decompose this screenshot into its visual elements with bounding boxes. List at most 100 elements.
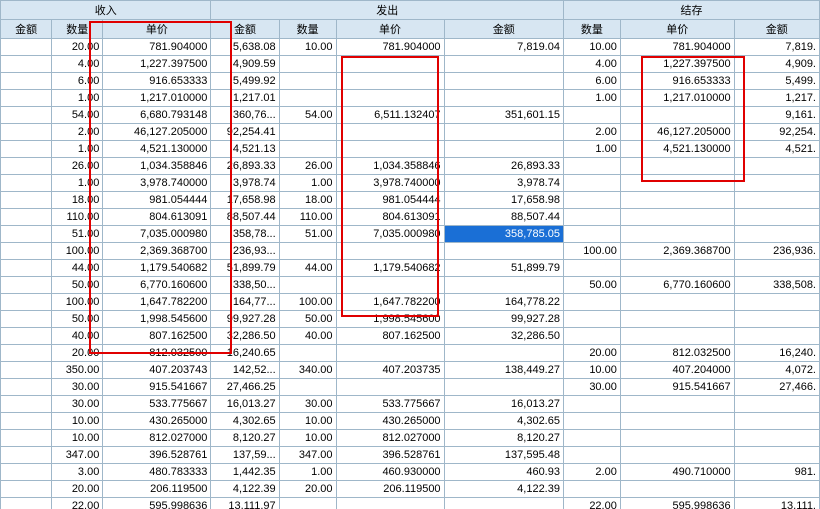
cell[interactable]: 360,76...	[211, 107, 279, 124]
cell[interactable]: 1,217.010000	[103, 90, 211, 107]
cell[interactable]: 32,286.50	[444, 328, 563, 345]
cell[interactable]: 4,521.	[734, 141, 819, 158]
cell[interactable]: 100.00	[563, 243, 620, 260]
cell[interactable]	[620, 294, 734, 311]
cell[interactable]: 981.054444	[336, 192, 444, 209]
cell[interactable]: 16,013.27	[211, 396, 279, 413]
cell[interactable]: 54.00	[279, 107, 336, 124]
cell[interactable]: 6,511.132407	[336, 107, 444, 124]
cell[interactable]	[563, 260, 620, 277]
cell[interactable]: 16,013.27	[444, 396, 563, 413]
cell[interactable]: 1.00	[52, 175, 103, 192]
cell[interactable]: 1,034.358846	[103, 158, 211, 175]
cell[interactable]	[620, 192, 734, 209]
table-row[interactable]: 20.00812.03250016,240.6520.00812.0325001…	[1, 345, 820, 362]
cell[interactable]: 2,369.368700	[103, 243, 211, 260]
table-row[interactable]: 100.001,647.782200164,77...100.001,647.7…	[1, 294, 820, 311]
cell[interactable]: 812.032500	[103, 345, 211, 362]
cell[interactable]: 26,893.33	[444, 158, 563, 175]
cell[interactable]: 4,302.65	[211, 413, 279, 430]
cell[interactable]: 22.00	[563, 498, 620, 509]
cell[interactable]: 50.00	[563, 277, 620, 294]
cell[interactable]: 4,122.39	[211, 481, 279, 498]
cell[interactable]	[734, 413, 819, 430]
cell[interactable]	[1, 447, 52, 464]
cell[interactable]: 236,936.	[734, 243, 819, 260]
cell[interactable]: 236,93...	[211, 243, 279, 260]
table-row[interactable]: 54.006,680.793148360,76...54.006,511.132…	[1, 107, 820, 124]
cell[interactable]	[1, 362, 52, 379]
cell[interactable]: 30.00	[563, 379, 620, 396]
cell[interactable]: 1,034.358846	[336, 158, 444, 175]
cell[interactable]: 30.00	[52, 379, 103, 396]
cell[interactable]: 3,978.740000	[103, 175, 211, 192]
cell[interactable]: 164,77...	[211, 294, 279, 311]
cell[interactable]: 206.119500	[103, 481, 211, 498]
cell[interactable]	[336, 90, 444, 107]
cell[interactable]	[336, 379, 444, 396]
cell[interactable]	[336, 277, 444, 294]
cell[interactable]: 4,521.130000	[103, 141, 211, 158]
cell[interactable]: 2.00	[563, 464, 620, 481]
cell[interactable]	[444, 73, 563, 90]
table-row[interactable]: 30.00915.54166727,466.2530.00915.5416672…	[1, 379, 820, 396]
cell[interactable]	[444, 90, 563, 107]
cell[interactable]: 51,899.79	[211, 260, 279, 277]
cell[interactable]	[620, 430, 734, 447]
cell[interactable]: 138,449.27	[444, 362, 563, 379]
cell[interactable]	[279, 56, 336, 73]
cell[interactable]: 338,50...	[211, 277, 279, 294]
cell[interactable]	[734, 430, 819, 447]
cell[interactable]: 18.00	[52, 192, 103, 209]
cell[interactable]: 30.00	[52, 396, 103, 413]
cell[interactable]	[1, 294, 52, 311]
cell[interactable]: 812.027000	[103, 430, 211, 447]
cell[interactable]: 40.00	[279, 328, 336, 345]
cell[interactable]: 595.998636	[620, 498, 734, 509]
cell[interactable]: 1.00	[279, 175, 336, 192]
cell[interactable]: 1,179.540682	[336, 260, 444, 277]
cell[interactable]: 7,035.000980	[336, 226, 444, 243]
cell[interactable]: 51.00	[52, 226, 103, 243]
cell[interactable]: 358,785.05	[444, 226, 563, 243]
table-row[interactable]: 44.001,179.54068251,899.7944.001,179.540…	[1, 260, 820, 277]
cell[interactable]: 88,507.44	[444, 209, 563, 226]
cell[interactable]: 10.00	[52, 413, 103, 430]
cell[interactable]	[1, 209, 52, 226]
cell[interactable]: 51,899.79	[444, 260, 563, 277]
cell[interactable]: 10.00	[52, 430, 103, 447]
cell[interactable]: 1,998.545600	[103, 311, 211, 328]
cell[interactable]	[1, 413, 52, 430]
cell[interactable]	[734, 260, 819, 277]
cell[interactable]	[563, 294, 620, 311]
table-row[interactable]: 100.002,369.368700236,93...100.002,369.3…	[1, 243, 820, 260]
cell[interactable]	[1, 260, 52, 277]
table-row[interactable]: 50.006,770.160600338,50...50.006,770.160…	[1, 277, 820, 294]
cell[interactable]: 20.00	[52, 345, 103, 362]
cell[interactable]: 3,978.740000	[336, 175, 444, 192]
cell[interactable]	[1, 192, 52, 209]
cell[interactable]: 26.00	[52, 158, 103, 175]
cell[interactable]: 50.00	[52, 311, 103, 328]
cell[interactable]	[734, 481, 819, 498]
cell[interactable]: 13,111.	[734, 498, 819, 509]
cell[interactable]	[1, 141, 52, 158]
cell[interactable]: 5,499.	[734, 73, 819, 90]
cell[interactable]: 430.265000	[336, 413, 444, 430]
cell[interactable]	[563, 107, 620, 124]
cell[interactable]: 981.054444	[103, 192, 211, 209]
cell[interactable]: 18.00	[279, 192, 336, 209]
table-row[interactable]: 50.001,998.54560099,927.2850.001,998.545…	[1, 311, 820, 328]
cell[interactable]: 4,909.59	[211, 56, 279, 73]
cell[interactable]: 1.00	[563, 90, 620, 107]
cell[interactable]: 4,302.65	[444, 413, 563, 430]
cell[interactable]	[563, 481, 620, 498]
cell[interactable]	[563, 413, 620, 430]
cell[interactable]: 915.541667	[620, 379, 734, 396]
cell[interactable]	[620, 311, 734, 328]
cell[interactable]	[1, 158, 52, 175]
cell[interactable]	[563, 209, 620, 226]
cell[interactable]: 99,927.28	[211, 311, 279, 328]
cell[interactable]: 338,508.	[734, 277, 819, 294]
cell[interactable]	[1, 464, 52, 481]
